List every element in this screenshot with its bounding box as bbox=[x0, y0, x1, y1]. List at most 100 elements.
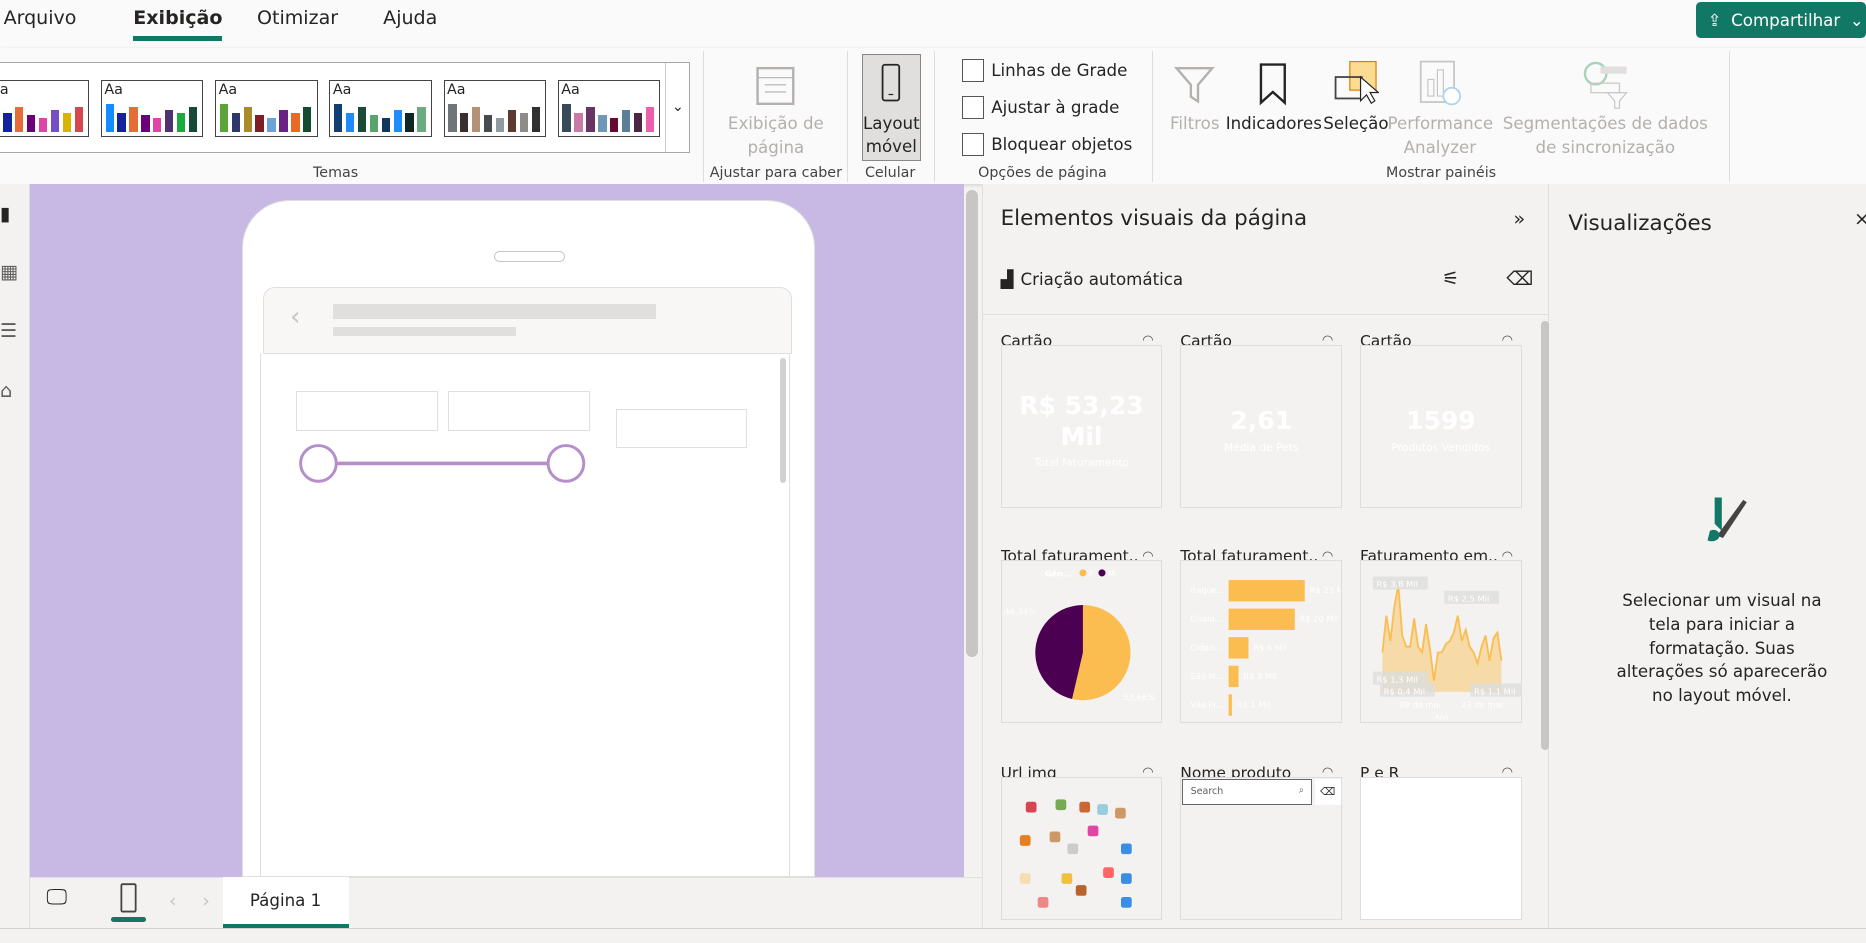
prev-page-icon[interactable]: ‹ bbox=[169, 890, 177, 912]
lock-objects-checkbox[interactable]: Bloquear objetos bbox=[961, 133, 1132, 156]
mobile-layout-label: Layout móvel bbox=[862, 113, 920, 157]
theme-color-swatch bbox=[176, 113, 186, 133]
mobile-layout-icon[interactable] bbox=[119, 883, 138, 919]
placeholder-visual[interactable] bbox=[295, 391, 438, 431]
canvas-scrollbar[interactable] bbox=[966, 190, 979, 657]
data-annotation: R$ 3,8 Mil bbox=[1376, 580, 1417, 590]
theme-color-swatch bbox=[519, 113, 528, 133]
auto-create-button[interactable]: ▟ Criação automática bbox=[1001, 270, 1184, 289]
theme-color-swatch bbox=[381, 117, 390, 133]
clear-selection-icon[interactable]: ⌫ bbox=[1314, 779, 1341, 806]
theme-color-swatch bbox=[141, 114, 150, 133]
theme-color-swatch bbox=[586, 106, 595, 133]
theme-option[interactable]: Aa bbox=[557, 79, 661, 137]
performance-analyzer-button[interactable]: Performance Analyzer bbox=[1388, 55, 1493, 160]
range-slider[interactable] bbox=[297, 442, 589, 485]
theme-sample-text: Aa bbox=[561, 81, 580, 98]
checkbox-box[interactable] bbox=[961, 133, 985, 156]
checkbox-box[interactable] bbox=[961, 96, 985, 119]
image-visual[interactable] bbox=[1000, 777, 1163, 920]
mobile-canvas: ‹ bbox=[29, 184, 964, 878]
next-page-icon[interactable]: › bbox=[202, 890, 210, 912]
tab-arquivo[interactable]: Arquivo bbox=[4, 7, 77, 29]
theme-option[interactable]: Aa bbox=[329, 79, 432, 137]
tab-otimizar[interactable]: Otimizar bbox=[257, 7, 338, 29]
menu-tabs: Arquivo Exibição Otimizar Ajuda ⇪ Compar… bbox=[0, 0, 1866, 48]
phone-app-header: ‹ bbox=[262, 286, 793, 355]
checkbox-box[interactable] bbox=[961, 59, 985, 83]
theme-color-swatch bbox=[334, 103, 343, 133]
theme-color-swatch bbox=[562, 103, 571, 133]
placeholder-visual[interactable] bbox=[448, 391, 590, 431]
phone-screen bbox=[260, 353, 790, 878]
dax-view-icon[interactable]: ⌂ bbox=[0, 380, 12, 402]
qa-visual[interactable] bbox=[1359, 777, 1522, 920]
card-visual[interactable]: 1599 Produtos Vendidos bbox=[1359, 345, 1522, 509]
bar-category-label: Cidad... bbox=[1191, 643, 1223, 653]
page-visuals-panel: Elementos visuais da página » ▟ Criação a… bbox=[981, 184, 1550, 929]
desktop-layout-icon[interactable]: 🖵 bbox=[46, 885, 67, 910]
legend-marker-F bbox=[1078, 569, 1087, 577]
active-indicator bbox=[110, 917, 147, 923]
legend-label: M bbox=[1108, 569, 1115, 579]
theme-color-swatch bbox=[267, 117, 276, 133]
panel-scrollbar[interactable] bbox=[1540, 321, 1550, 750]
gridlines-checkbox[interactable]: Linhas de Grade bbox=[961, 59, 1127, 83]
theme-color-swatch bbox=[231, 113, 240, 133]
eraser-icon[interactable]: ⌫ bbox=[1506, 268, 1533, 290]
page-bar: 🖵 ‹ › bbox=[29, 877, 982, 929]
phone-scrollbar[interactable] bbox=[780, 357, 787, 483]
theme-option[interactable]: Aa bbox=[0, 79, 90, 137]
share-icon: ⇪ bbox=[1707, 10, 1722, 30]
settings-sliders-icon[interactable]: ⚟ bbox=[1442, 268, 1459, 290]
theme-color-swatch bbox=[345, 113, 355, 133]
slice-label: 46,34% bbox=[1004, 607, 1036, 617]
theme-color-swatch bbox=[3, 113, 12, 133]
filters-button[interactable]: Filtros bbox=[1169, 55, 1221, 136]
theme-color-swatch bbox=[495, 117, 505, 133]
product-thumbnail bbox=[1025, 801, 1037, 813]
snap-to-grid-checkbox[interactable]: Ajustar à grade bbox=[961, 96, 1119, 119]
slicer-visual[interactable]: Search ⌕ ⌫ bbox=[1180, 777, 1343, 920]
placeholder-visual[interactable] bbox=[616, 409, 747, 449]
group-label-fit: Ajustar para caber bbox=[709, 165, 842, 182]
pie-chart-visual[interactable]: Gên... F M 53,66% 46,34% bbox=[1000, 560, 1163, 724]
theme-option[interactable]: Aa bbox=[215, 79, 318, 137]
theme-color-swatch bbox=[507, 109, 517, 133]
tab-ajuda[interactable]: Ajuda bbox=[383, 7, 437, 29]
page-view-label: Exibição de página bbox=[727, 113, 824, 157]
theme-color-swatch bbox=[357, 106, 367, 133]
mobile-layout-button[interactable]: Layout móvel bbox=[861, 53, 922, 161]
share-button[interactable]: ⇪ Compartilhar ⌄ bbox=[1695, 2, 1866, 39]
page-tab-1[interactable]: Página 1 bbox=[222, 877, 349, 929]
data-annotation: R$ 1,1 Mil bbox=[1474, 687, 1515, 697]
search-placeholder: Search bbox=[1190, 786, 1224, 798]
sync-slicers-icon bbox=[1492, 55, 1718, 112]
bar-data-label: R$ 3 Mil bbox=[1244, 671, 1278, 681]
close-icon[interactable]: × bbox=[1854, 208, 1866, 230]
theme-option[interactable]: Aa bbox=[100, 79, 204, 137]
product-thumbnail bbox=[1102, 867, 1114, 879]
collapse-panel-icon[interactable]: » bbox=[1513, 208, 1525, 230]
filter-icon bbox=[1169, 55, 1221, 112]
model-view-icon[interactable]: ☰ bbox=[0, 320, 17, 342]
ribbon: AaAaAaAaAaAa ⌄ Temas Exibição de página … bbox=[0, 47, 1866, 185]
area-chart-visual[interactable]: R$ 3,8 Mil R$ 2,5 Mil R$ 1,3 Mil R$ 0,4 Mil… bbox=[1359, 560, 1522, 724]
tab-exibicao[interactable]: Exibição bbox=[133, 7, 222, 42]
card-visual[interactable]: 2,61 Média de Pets bbox=[1180, 345, 1343, 509]
bookmarks-button[interactable]: Indicadores bbox=[1226, 55, 1322, 136]
page-view-button[interactable]: Exibição de página bbox=[719, 55, 833, 160]
themes-more-button[interactable]: ⌄ bbox=[665, 62, 689, 153]
slicer-search-input[interactable]: Search ⌕ bbox=[1182, 779, 1313, 806]
theme-option[interactable]: Aa bbox=[443, 79, 546, 137]
theme-color-swatch bbox=[405, 113, 414, 133]
search-icon: ⌕ bbox=[1298, 784, 1305, 796]
bar-chart-visual[interactable]: Itaque... R$ 23 Mil Guaia... R$ 20 Mil Cidad… bbox=[1180, 560, 1343, 724]
report-view-icon[interactable]: ▮ bbox=[0, 203, 10, 225]
sync-slicers-button[interactable]: Segmentações de dados de sincronização bbox=[1492, 55, 1718, 160]
data-annotation: R$ 2,5 Mil bbox=[1448, 594, 1489, 604]
page-view-icon bbox=[719, 55, 833, 112]
card-visual[interactable]: R$ 53,23 Mil Total faturamento bbox=[1000, 345, 1163, 509]
selection-button[interactable]: Seleção bbox=[1323, 55, 1389, 136]
table-view-icon[interactable]: ▦ bbox=[0, 261, 18, 283]
